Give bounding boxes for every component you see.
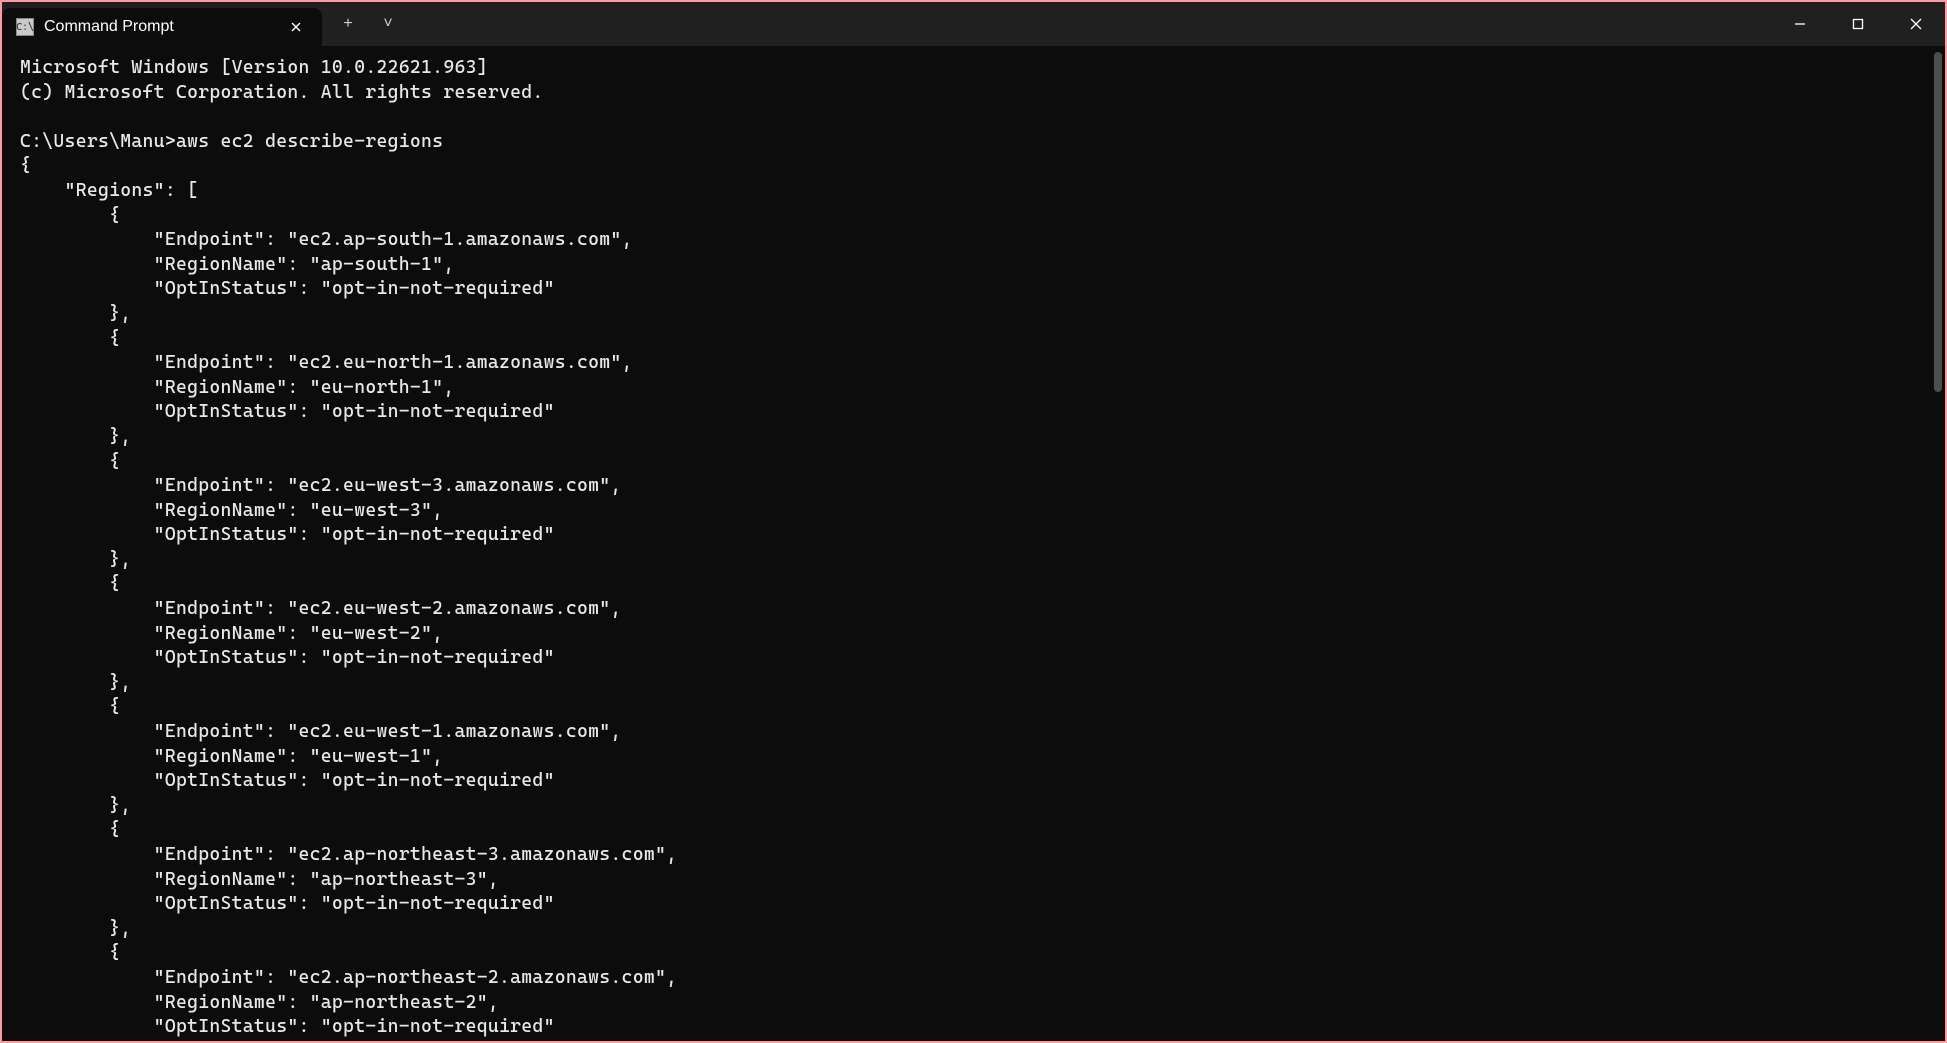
cmd-icon: C:\ [16, 18, 34, 36]
new-tab-button[interactable]: + [330, 6, 366, 42]
tab-dropdown-button[interactable]: ˅ [370, 6, 406, 42]
maximize-button[interactable] [1829, 2, 1887, 46]
terminal-output[interactable]: Microsoft Windows [Version 10.0.22621.96… [2, 46, 1931, 1041]
tab-title: Command Prompt [44, 18, 274, 36]
tab-command-prompt[interactable]: C:\ Command Prompt [2, 8, 322, 46]
titlebar-drag-area[interactable] [406, 2, 1771, 46]
window-controls [1771, 2, 1945, 46]
titlebar[interactable]: C:\ Command Prompt + ˅ [2, 2, 1945, 46]
minimize-button[interactable] [1771, 2, 1829, 46]
scroll-thumb[interactable] [1934, 52, 1942, 392]
close-button[interactable] [1887, 2, 1945, 46]
tab-strip: C:\ Command Prompt [2, 2, 322, 46]
terminal-area: Microsoft Windows [Version 10.0.22621.96… [2, 46, 1945, 1041]
scrollbar[interactable] [1931, 46, 1945, 1041]
tab-close-button[interactable] [284, 15, 308, 39]
terminal-window: C:\ Command Prompt + ˅ Microsoft W [0, 0, 1947, 1043]
tab-actions: + ˅ [322, 2, 406, 46]
